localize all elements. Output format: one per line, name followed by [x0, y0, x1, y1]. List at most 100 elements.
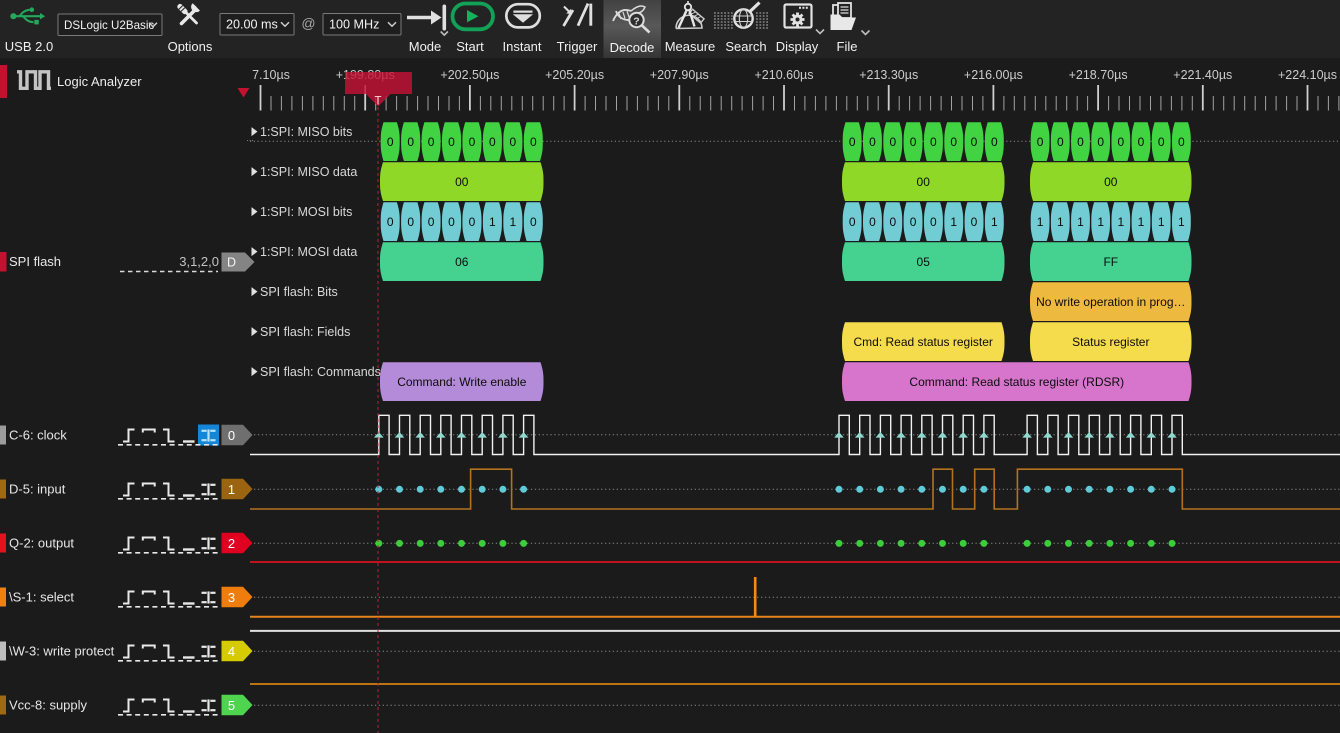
svg-text:Cmd: Read status register: Cmd: Read status register — [854, 335, 993, 349]
svg-text:SPI flash: Bits: SPI flash: Bits — [260, 285, 338, 299]
svg-text:+216.00µs: +216.00µs — [964, 68, 1023, 82]
svg-text:\W-3: write protect: \W-3: write protect — [9, 644, 115, 659]
svg-text:DSLogic U2Basic: DSLogic U2Basic — [64, 19, 154, 32]
svg-text:0: 0 — [930, 215, 937, 229]
svg-text:1: 1 — [1158, 215, 1165, 229]
svg-text:0: 0 — [950, 135, 957, 149]
svg-text:Command: Read status register: Command: Read status register (RDSR) — [909, 375, 1124, 389]
svg-text:1: 1 — [1117, 215, 1124, 229]
svg-text:0: 0 — [991, 135, 998, 149]
svg-text:0: 0 — [1117, 135, 1124, 149]
svg-text:T: T — [374, 96, 381, 108]
svg-text:00: 00 — [917, 175, 931, 189]
svg-text:3,1,2,0: 3,1,2,0 — [179, 254, 219, 269]
svg-text:0: 0 — [530, 215, 537, 229]
svg-text:0: 0 — [489, 135, 496, 149]
svg-text:0: 0 — [971, 215, 978, 229]
svg-text:Options: Options — [168, 39, 213, 54]
svg-text:+221.40µs: +221.40µs — [1173, 68, 1232, 82]
svg-text:0: 0 — [1077, 135, 1084, 149]
svg-text:Instant: Instant — [502, 39, 541, 54]
svg-text:1:SPI: MOSI data: 1:SPI: MOSI data — [260, 245, 357, 259]
svg-text:00: 00 — [455, 175, 469, 189]
svg-text:0: 0 — [228, 428, 235, 443]
svg-text:Logic Analyzer: Logic Analyzer — [57, 74, 142, 89]
svg-text:C-6: clock: C-6: clock — [9, 428, 67, 443]
svg-text:0: 0 — [910, 215, 917, 229]
svg-text:?: ? — [633, 15, 639, 27]
svg-text:06: 06 — [455, 255, 469, 269]
svg-text:20.00 ms: 20.00 ms — [226, 18, 278, 32]
svg-text:Vcc-8: supply: Vcc-8: supply — [9, 698, 88, 713]
svg-text:Start: Start — [456, 39, 484, 54]
svg-text:7.10µs: 7.10µs — [252, 68, 290, 82]
svg-text:0: 0 — [1178, 135, 1185, 149]
svg-text:+205.20µs: +205.20µs — [545, 68, 604, 82]
svg-text:SPI flash: Commands: SPI flash: Commands — [260, 365, 381, 379]
svg-text:Trigger: Trigger — [557, 39, 598, 54]
svg-text:00: 00 — [1104, 175, 1118, 189]
svg-text:+224.10µs: +224.10µs — [1278, 68, 1337, 82]
svg-text:Q-2: output: Q-2: output — [9, 536, 74, 551]
svg-text:Display: Display — [776, 39, 819, 54]
svg-text:USB 2.0: USB 2.0 — [5, 39, 53, 54]
svg-text:1: 1 — [1037, 215, 1044, 229]
svg-text:1: 1 — [1057, 215, 1064, 229]
svg-text:File: File — [837, 39, 858, 54]
svg-text:0: 0 — [849, 135, 856, 149]
svg-text:1: 1 — [991, 215, 998, 229]
svg-text:Search: Search — [725, 39, 766, 54]
svg-text:0: 0 — [387, 135, 394, 149]
svg-text:D: D — [227, 256, 236, 270]
svg-text:1:SPI: MOSI bits: 1:SPI: MOSI bits — [260, 205, 352, 219]
svg-text:2: 2 — [228, 536, 235, 551]
svg-text:100 MHz: 100 MHz — [329, 18, 379, 32]
svg-text:+218.70µs: +218.70µs — [1069, 68, 1128, 82]
svg-text:0: 0 — [428, 215, 435, 229]
svg-text:4: 4 — [228, 644, 235, 659]
svg-text:FF: FF — [1103, 255, 1118, 269]
svg-text:1:SPI: MISO data: 1:SPI: MISO data — [260, 165, 357, 179]
svg-text:0: 0 — [889, 215, 896, 229]
svg-text:1: 1 — [1077, 215, 1084, 229]
svg-text:0: 0 — [869, 215, 876, 229]
svg-text:0: 0 — [407, 215, 414, 229]
svg-text:Mode: Mode — [409, 39, 442, 54]
svg-text:0: 0 — [1158, 135, 1165, 149]
svg-text:+202.50µs: +202.50µs — [440, 68, 499, 82]
svg-text:0: 0 — [910, 135, 917, 149]
svg-text:0: 0 — [387, 215, 394, 229]
svg-text:1: 1 — [1178, 215, 1185, 229]
svg-text:0: 0 — [530, 135, 537, 149]
svg-text:SPI flash: SPI flash — [9, 254, 61, 269]
svg-text:SPI flash: Fields: SPI flash: Fields — [260, 325, 350, 339]
svg-text:1: 1 — [950, 215, 957, 229]
svg-text:+213.30µs: +213.30µs — [859, 68, 918, 82]
svg-text:+207.90µs: +207.90µs — [650, 68, 709, 82]
svg-text:\S-1: select: \S-1: select — [9, 590, 74, 605]
svg-text:0: 0 — [1057, 135, 1064, 149]
svg-text:0: 0 — [469, 215, 476, 229]
svg-text:Decode: Decode — [610, 40, 655, 55]
svg-text:0: 0 — [889, 135, 896, 149]
svg-text:0: 0 — [849, 215, 856, 229]
svg-text:Command: Write enable: Command: Write enable — [397, 375, 526, 389]
svg-text:5: 5 — [228, 698, 235, 713]
svg-text:0: 0 — [448, 135, 455, 149]
svg-text:1: 1 — [1097, 215, 1104, 229]
svg-text:0: 0 — [428, 135, 435, 149]
svg-text:@: @ — [301, 15, 315, 31]
svg-text:0: 0 — [1097, 135, 1104, 149]
svg-text:Status register: Status register — [1072, 335, 1149, 349]
svg-text:1: 1 — [1138, 215, 1145, 229]
svg-text:0: 0 — [971, 135, 978, 149]
svg-text:D-5: input: D-5: input — [9, 482, 66, 497]
svg-text:0: 0 — [448, 215, 455, 229]
svg-text:0: 0 — [1138, 135, 1145, 149]
svg-text:0: 0 — [469, 135, 476, 149]
svg-text:0: 0 — [930, 135, 937, 149]
svg-text:0: 0 — [407, 135, 414, 149]
svg-text:Measure: Measure — [665, 39, 716, 54]
svg-text:1: 1 — [228, 482, 235, 497]
svg-text:+210.60µs: +210.60µs — [755, 68, 814, 82]
